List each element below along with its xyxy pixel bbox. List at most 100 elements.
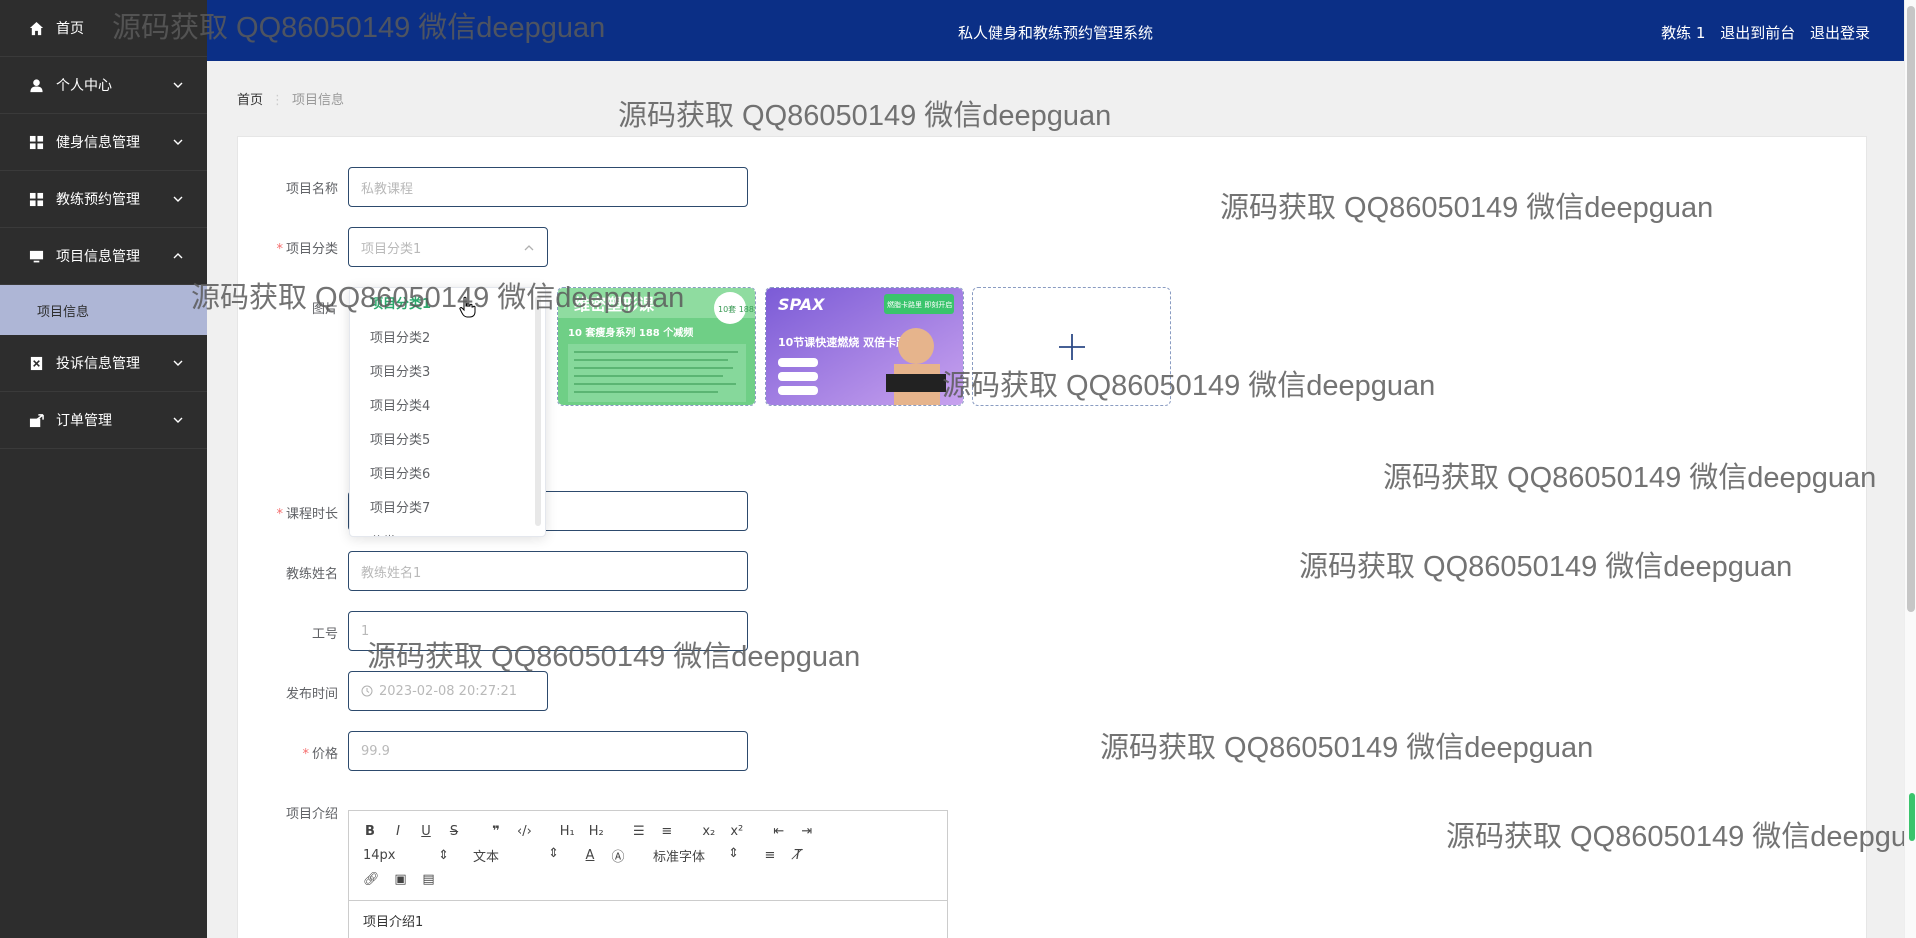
dropdown-option[interactable]: 项目分类5 <box>350 424 545 458</box>
front-link[interactable]: 退出到前台 <box>1720 24 1795 42</box>
dropdown-scrollbar[interactable] <box>535 296 541 526</box>
clock-icon <box>361 685 373 697</box>
svg-text:燃脂卡路里 即刻开启: 燃脂卡路里 即刻开启 <box>887 300 952 309</box>
ordered-list-icon[interactable]: ☰ <box>632 824 646 839</box>
name-label: 项目名称 <box>285 182 338 197</box>
sidebar-item-home[interactable]: 首页 <box>0 0 207 57</box>
category-label: * 项目分类 <box>276 242 338 257</box>
subscript-button[interactable]: x₂ <box>702 824 716 839</box>
strike-button[interactable]: S <box>447 824 461 839</box>
svg-text:SPAX: SPAX <box>778 295 825 314</box>
font-size-select[interactable]: 14px ⇕ <box>363 848 449 863</box>
document-x-icon <box>28 355 44 371</box>
toolbar-row-3: 🔗︎ ▣ ▤ <box>363 867 933 891</box>
scrollbar-thumb[interactable] <box>1907 6 1915 612</box>
spax-poster-image: SPAX 燃脂卡路里 即刻开启 10节课快速燃烧 双倍卡路里 <box>766 288 963 405</box>
chevron-down-icon <box>173 196 183 202</box>
dropdown-option[interactable]: 项目分类4 <box>350 390 545 424</box>
block-format-select[interactable]: 文本 ⇕ <box>473 846 559 865</box>
category-select[interactable]: 项目分类1 <box>348 227 548 267</box>
dropdown-option[interactable]: 分类 <box>350 526 545 536</box>
sidebar-item-label: 订单管理 <box>56 413 112 429</box>
job-input[interactable]: 1 <box>348 611 748 651</box>
underline-button[interactable]: U <box>419 824 433 839</box>
dropdown-option[interactable]: 项目分类3 <box>350 356 545 390</box>
home-icon <box>28 20 44 36</box>
sidebar-subitem-label: 项目信息 <box>37 304 90 320</box>
svg-text:10 套瘦身系列 188 个减频: 10 套瘦身系列 188 个减频 <box>568 326 693 339</box>
toolbar-row-1: B I U S ❞ ‹/› H₁ H₂ ☰ ≡ x₂ x² ⇤ ⇥ <box>363 819 933 843</box>
sidebar-item-project[interactable]: 项目信息管理 <box>0 228 207 285</box>
monitor-icon <box>28 248 44 264</box>
code-block-icon[interactable]: ‹/› <box>517 824 532 839</box>
coach-input[interactable]: 教练姓名1 <box>348 551 748 591</box>
duration-label: * 课程时长 <box>276 507 338 522</box>
dropdown-option[interactable]: 项目分类2 <box>350 322 545 356</box>
uploaded-image-2[interactable]: SPAX 燃脂卡路里 即刻开启 10节课快速燃烧 双倍卡路里 <box>765 287 964 406</box>
bold-button[interactable]: B <box>363 824 377 839</box>
chevron-up-icon <box>173 253 183 259</box>
price-input[interactable]: 99.9 <box>348 731 748 771</box>
breadcrumb-home[interactable]: 首页 <box>237 93 263 108</box>
time-label: 发布时间 <box>285 687 338 702</box>
hand-cursor-icon <box>459 296 476 318</box>
sidebar-item-label: 首页 <box>56 21 84 37</box>
coach-label: 教练姓名 <box>285 567 338 582</box>
page-scrollbar[interactable] <box>1904 0 1916 938</box>
chevron-down-icon <box>173 82 183 88</box>
name-input[interactable]: 私教课程 <box>348 167 748 207</box>
dropdown-option[interactable]: 项目分类1 <box>350 288 545 322</box>
outdent-icon[interactable]: ⇤ <box>772 824 786 839</box>
sidebar-item-fitness[interactable]: 健身信息管理 <box>0 114 207 171</box>
indent-icon[interactable]: ⇥ <box>800 824 814 839</box>
dropdown-option[interactable]: 项目分类6 <box>350 458 545 492</box>
rich-text-editor: B I U S ❞ ‹/› H₁ H₂ ☰ ≡ x₂ x² ⇤ ⇥ 14px ⇕ … <box>348 810 948 938</box>
sidebar-item-label: 投诉信息管理 <box>56 356 140 372</box>
user-icon <box>28 77 44 93</box>
italic-button[interactable]: I <box>391 824 405 839</box>
background-color-icon[interactable]: Ⓐ <box>611 846 625 865</box>
svg-text:维密塑形课: 维密塑形课 <box>574 295 655 314</box>
superscript-button[interactable]: x² <box>730 824 744 839</box>
sidebar-item-label: 个人中心 <box>56 78 112 94</box>
system-title: 私人健身和教练预约管理系统 <box>957 24 1153 42</box>
user-name: 教练 1 <box>1661 24 1706 42</box>
user-area: 教练 1 退出到前台 退出登录 <box>1651 22 1870 43</box>
sidebar-item-label: 教练预约管理 <box>56 192 140 208</box>
header-1-button[interactable]: H₁ <box>560 824 575 839</box>
breadcrumb-current: 项目信息 <box>292 93 345 108</box>
editor-content[interactable]: 项目介绍1 <box>349 901 947 938</box>
header-2-button[interactable]: H₂ <box>589 824 604 839</box>
sidebar-item-complaint[interactable]: 投诉信息管理 <box>0 335 207 392</box>
editor-toolbar: B I U S ❞ ‹/› H₁ H₂ ☰ ≡ x₂ x² ⇤ ⇥ 14px ⇕ … <box>349 811 947 901</box>
sidebar-item-coach-booking[interactable]: 教练预约管理 <box>0 171 207 228</box>
font-family-select[interactable]: 标准字体 ⇕ <box>653 846 739 865</box>
chevron-down-icon <box>173 139 183 145</box>
breadcrumb: 首页 ⋮ 项目信息 <box>237 89 344 108</box>
video-icon[interactable]: ▤ <box>422 872 436 887</box>
scrollbar-marker <box>1909 793 1915 841</box>
blockquote-icon[interactable]: ❞ <box>489 824 503 839</box>
sidebar-item-label: 健身信息管理 <box>56 135 140 151</box>
toolbar-row-2: 14px ⇕ 文本 ⇕ A Ⓐ 标准字体 ⇕ ≡ T̸ <box>363 843 933 867</box>
price-label: * 价格 <box>302 747 338 762</box>
clear-format-icon[interactable]: T̸ <box>791 848 805 863</box>
time-input[interactable]: 2023-02-08 20:27:21 <box>348 671 548 711</box>
sidebar-subitem-project-info[interactable]: 项目信息 <box>0 285 207 335</box>
image-label: 图片 <box>311 302 338 317</box>
link-icon[interactable]: 🔗︎ <box>363 872 380 887</box>
top-header: 私人健身和教练预约管理系统 教练 1 退出到前台 退出登录 <box>207 0 1904 61</box>
sidebar-item-label: 项目信息管理 <box>56 249 140 265</box>
breadcrumb-separator: ⋮ <box>271 93 285 108</box>
dropdown-option[interactable]: 项目分类7 <box>350 492 545 526</box>
sidebar-item-personal[interactable]: 个人中心 <box>0 57 207 114</box>
logout-link[interactable]: 退出登录 <box>1810 24 1870 42</box>
upload-add-button[interactable] <box>972 287 1171 406</box>
align-icon[interactable]: ≡ <box>763 848 777 863</box>
chevron-up-icon <box>524 245 534 251</box>
uploaded-image-1[interactable]: 维密塑形课 10套 188集 10 套瘦身系列 188 个减频 <box>557 287 756 406</box>
font-color-icon[interactable]: A <box>583 848 597 863</box>
bullet-list-icon[interactable]: ≡ <box>660 824 674 839</box>
sidebar-item-orders[interactable]: 订单管理 <box>0 392 207 449</box>
image-icon[interactable]: ▣ <box>394 872 408 887</box>
